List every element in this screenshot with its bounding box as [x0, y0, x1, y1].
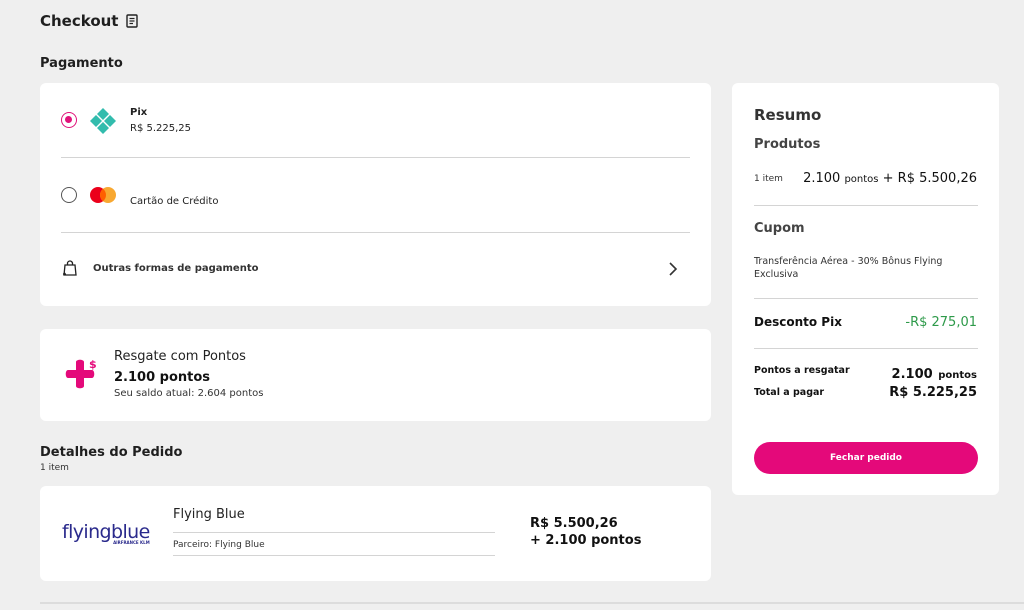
summary-plus-price: + R$ 5.500,26 [882, 171, 977, 186]
document-icon [126, 14, 139, 28]
checkout-title: Checkout [40, 12, 119, 30]
points-title: Resgate com Pontos [114, 349, 246, 364]
product-points: + 2.100 pontos [530, 533, 642, 548]
redeem-word: pontos [938, 370, 977, 381]
shopping-bag-icon [63, 260, 77, 276]
points-redeem-card: $ Resgate com Pontos 2.100 pontos Seu sa… [40, 329, 711, 421]
summary-product-total: 2.100 pontos + R$ 5.500,26 [803, 171, 977, 186]
mastercard-icon [90, 187, 116, 203]
product-name: Flying Blue [173, 507, 245, 522]
total-label: Total a pagar [754, 387, 825, 398]
coupon-title: Cupom [754, 221, 805, 236]
pix-radio[interactable] [61, 112, 77, 128]
divider [754, 348, 978, 349]
summary-items: 1 item [754, 174, 783, 184]
details-item-count: 1 item [40, 463, 69, 473]
divider [40, 602, 1024, 604]
payment-option-pix[interactable]: Pix R$ 5.225,25 [40, 83, 711, 157]
summary-points-num: 2.100 [803, 171, 841, 186]
product-price: R$ 5.500,26 [530, 516, 618, 531]
order-detail-card: flyingblue AIRFRANCE KLM Flying Blue Par… [40, 486, 711, 581]
details-section-title: Detalhes do Pedido [40, 445, 183, 460]
other-payment-label: Outras formas de pagamento [93, 263, 259, 274]
divider [754, 205, 978, 206]
close-order-button[interactable]: Fechar pedido [754, 442, 978, 474]
pix-label: Pix [130, 107, 148, 118]
divider [173, 532, 495, 533]
chevron-right-icon [669, 262, 678, 276]
divider [173, 555, 495, 556]
credit-card-radio[interactable] [61, 187, 77, 203]
summary-title: Resumo [754, 106, 822, 124]
payment-option-other[interactable]: Outras formas de pagamento [40, 233, 711, 306]
coupon-text: Transferência Aérea - 30% Bônus Flying E… [754, 256, 943, 280]
discount-value: -R$ 275,01 [905, 315, 977, 330]
points-balance: Seu saldo atual: 2.604 pontos [114, 388, 264, 399]
flyingblue-logo-text: flyingblue [62, 521, 150, 543]
pix-icon [90, 108, 116, 134]
summary-points-word: pontos [844, 174, 879, 185]
credit-card-label: Cartão de Crédito [130, 196, 219, 207]
page-title: Checkout [40, 12, 139, 30]
products-title: Produtos [754, 137, 821, 152]
flyingblue-logo: flyingblue AIRFRANCE KLM [62, 522, 150, 545]
points-plus-icon: $ [65, 358, 97, 389]
points-amount: 2.100 pontos [114, 370, 211, 385]
summary-card: Resumo Produtos 1 item 2.100 pontos + R$… [732, 83, 999, 495]
redeem-num: 2.100 [891, 367, 933, 382]
total-value: R$ 5.225,25 [889, 385, 977, 400]
discount-label: Desconto Pix [754, 315, 842, 329]
payment-option-credit-card[interactable]: Cartão de Crédito [40, 158, 711, 232]
redeem-label: Pontos a resgatar [754, 365, 850, 376]
payment-section-title: Pagamento [40, 56, 123, 71]
divider [754, 298, 978, 299]
product-partner: Parceiro: Flying Blue [173, 540, 265, 550]
redeem-value: 2.100 pontos [892, 363, 977, 382]
payment-card: Pix R$ 5.225,25 Cartão de Crédito Outras… [40, 83, 711, 306]
svg-text:$: $ [89, 358, 97, 371]
pix-value: R$ 5.225,25 [130, 123, 192, 134]
